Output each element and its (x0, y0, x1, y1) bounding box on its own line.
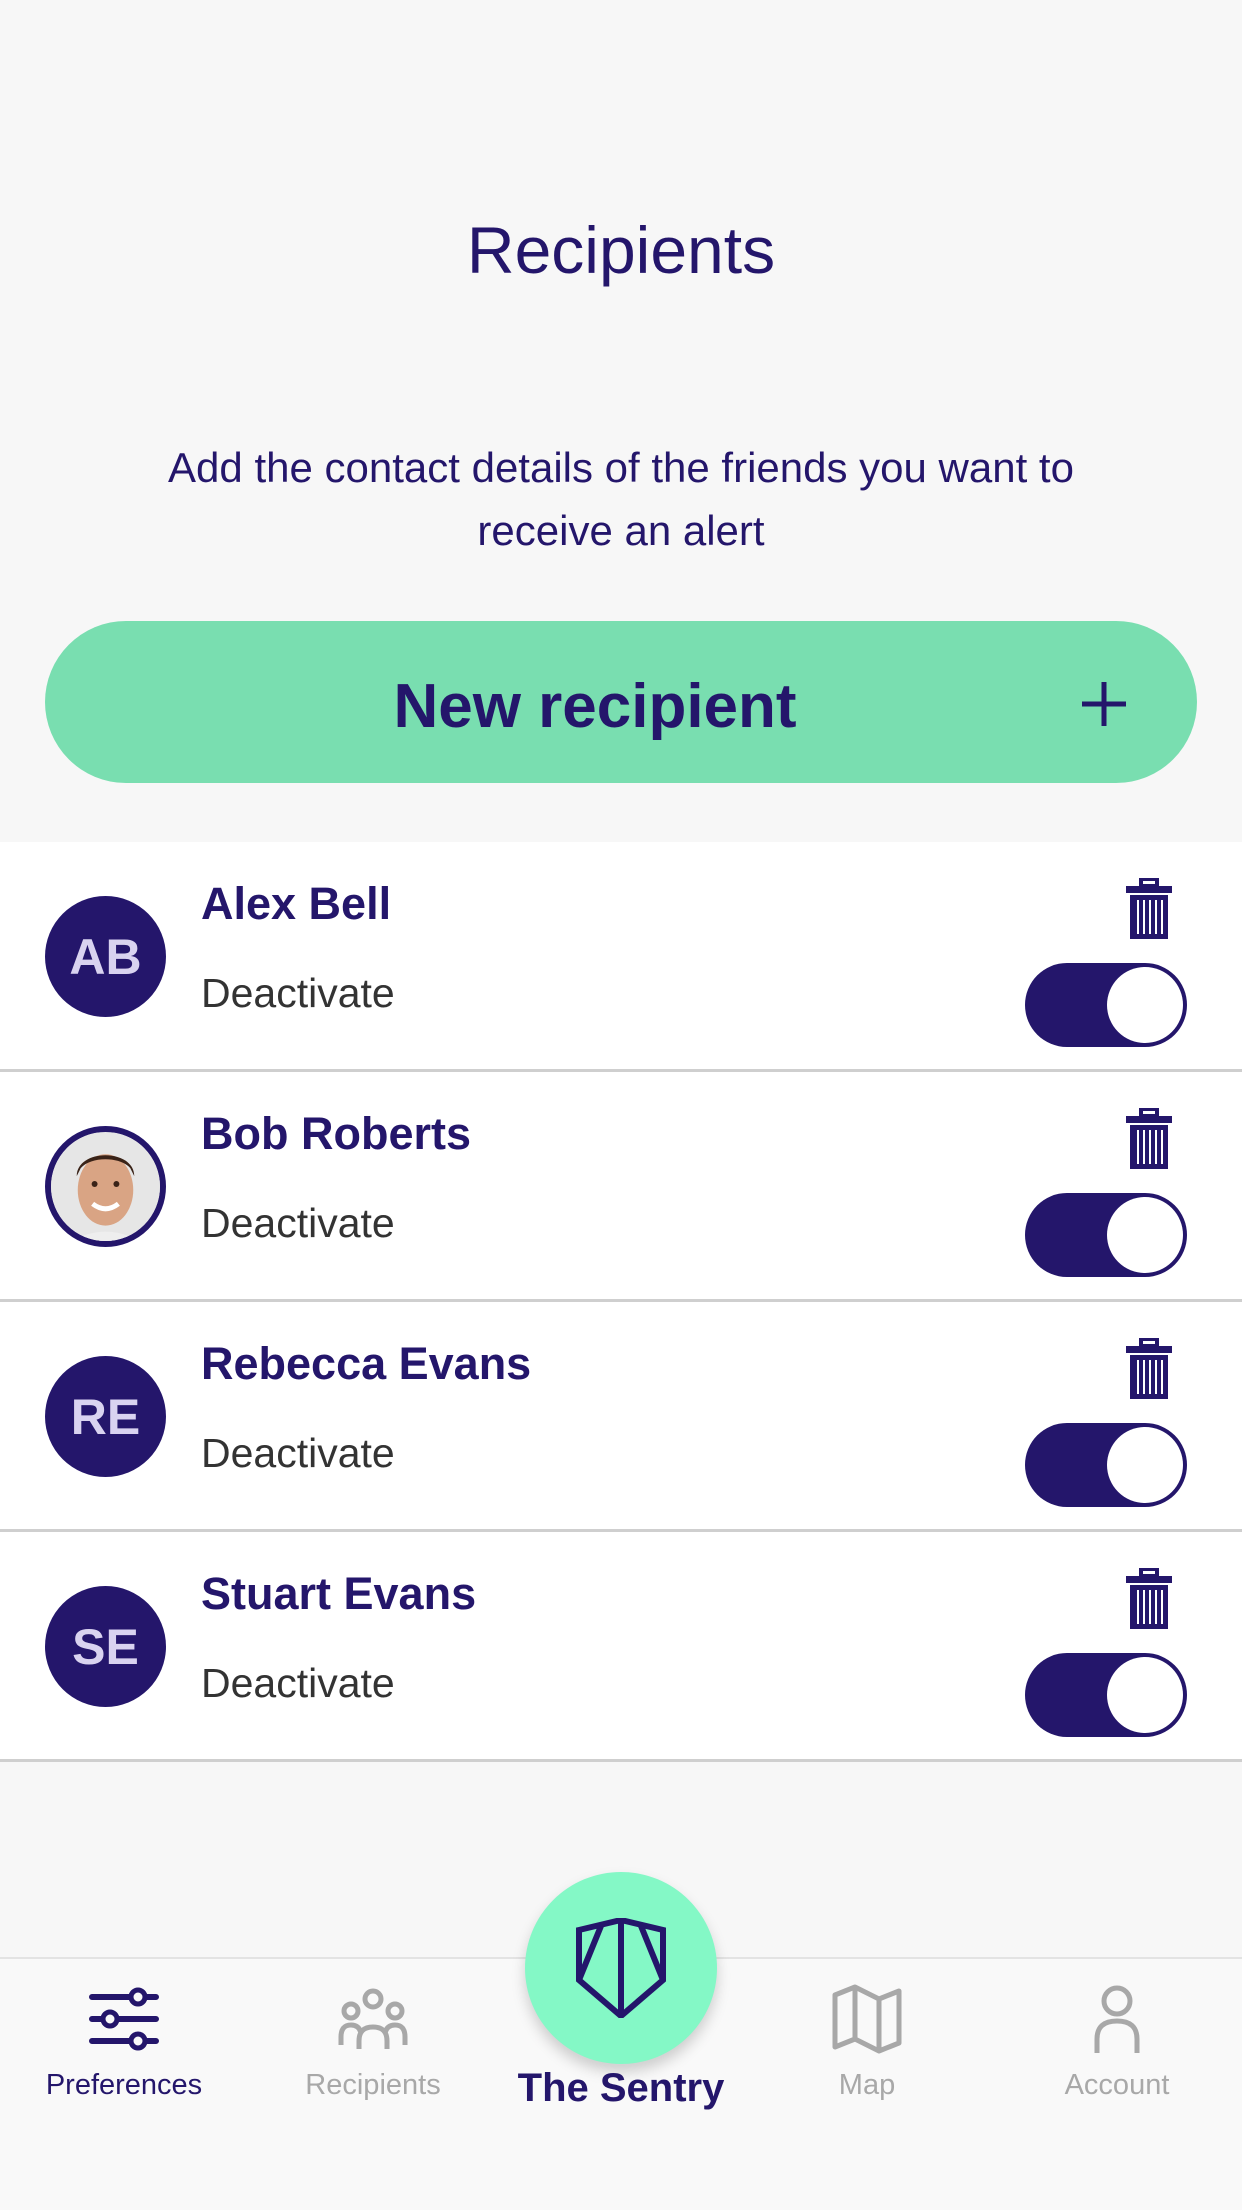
toggle-label: Deactivate (201, 1660, 395, 1706)
page-title: Recipients (466, 213, 776, 287)
deactivate-toggle[interactable] (1025, 1653, 1187, 1737)
toggle-knob (1107, 1657, 1183, 1733)
avatar: RE (45, 1356, 166, 1477)
recipient-name: Alex Bell (201, 878, 392, 929)
subtitle-line: receive an alert (477, 507, 765, 554)
trash-icon[interactable] (1124, 1108, 1174, 1170)
trash-icon[interactable] (1124, 1338, 1174, 1400)
avatar: SE (45, 1586, 166, 1707)
recipient-row: Bob Roberts Deactivate (0, 1072, 1242, 1302)
nav-label-the-sentry[interactable]: The Sentry (421, 2066, 821, 2111)
toggle-label: Deactivate (201, 1430, 395, 1476)
plus-icon (1082, 682, 1126, 726)
subtitle-line: Add the contact details of the friends y… (168, 444, 1074, 491)
avatar: AB (45, 896, 166, 1017)
deactivate-toggle[interactable] (1025, 1423, 1187, 1507)
recipient-row: AB Alex Bell Deactivate (0, 842, 1242, 1072)
user-icon (1094, 1985, 1140, 2053)
deactivate-toggle[interactable] (1025, 1193, 1187, 1277)
trash-icon[interactable] (1124, 878, 1174, 940)
page-subtitle: Add the contact details of the friends y… (60, 436, 1182, 562)
toggle-knob (1107, 1197, 1183, 1273)
recipient-row: SE Stuart Evans Deactivate (0, 1532, 1242, 1762)
the-sentry-button[interactable] (525, 1872, 717, 2064)
toggle-knob (1107, 967, 1183, 1043)
recipient-name: Rebecca Evans (201, 1338, 532, 1389)
recipient-list: AB Alex Bell Deactivate Bob Roberts Deac… (0, 842, 1242, 1762)
recipient-row: RE Rebecca Evans Deactivate (0, 1302, 1242, 1532)
new-recipient-button[interactable]: New recipient (45, 621, 1197, 783)
toggle-knob (1107, 1427, 1183, 1503)
nav-label: Account (1064, 2069, 1170, 2101)
toggle-label: Deactivate (201, 970, 395, 1016)
avatar-photo (45, 1126, 166, 1247)
nav-label: Preferences (45, 2069, 203, 2101)
recipient-name: Bob Roberts (201, 1108, 471, 1159)
shield-icon (576, 1918, 666, 2018)
sliders-icon (89, 1987, 159, 2051)
new-recipient-label: New recipient (393, 672, 797, 741)
profile-photo (51, 1132, 160, 1241)
recipient-name: Stuart Evans (201, 1568, 477, 1619)
trash-icon[interactable] (1124, 1568, 1174, 1630)
people-icon (338, 1988, 408, 2049)
toggle-label: Deactivate (201, 1200, 395, 1246)
deactivate-toggle[interactable] (1025, 963, 1187, 1047)
map-icon (832, 1984, 902, 2054)
